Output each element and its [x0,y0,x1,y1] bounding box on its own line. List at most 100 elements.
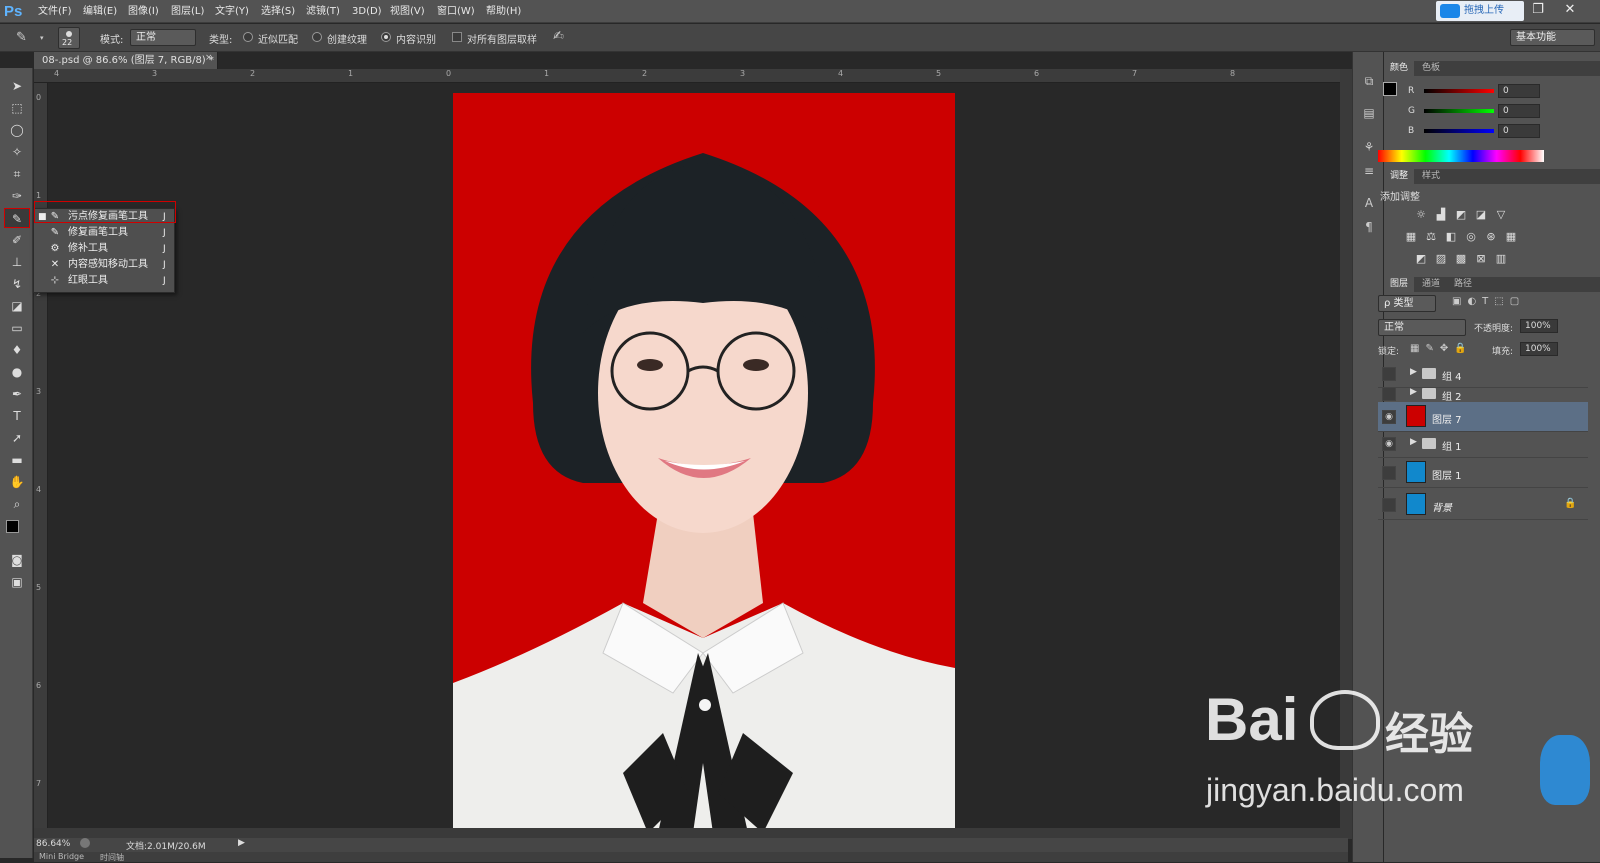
black-white-icon[interactable]: ◧ [1444,231,1458,243]
exposure-icon[interactable]: ◪ [1474,209,1488,221]
quick-select-tool-icon[interactable]: ✧ [4,142,30,162]
gradient-tool-icon[interactable]: ▭ [4,318,30,338]
flyout-item-healing-brush[interactable]: ✎ 修复画笔工具 J [34,225,174,241]
tool-preset-icon[interactable]: ✎ [16,30,36,46]
b-slider[interactable] [1424,129,1494,133]
mode-select[interactable]: 正常 [130,29,196,46]
flyout-item-spot-healing[interactable]: ■ ✎ 污点修复画笔工具 J [34,209,174,225]
tab-channels[interactable]: 通道 [1416,277,1446,292]
flyout-item-patch[interactable]: ⚙ 修补工具 J [34,241,174,257]
menu-filter[interactable]: 滤镜(T) [306,0,340,23]
move-tool-icon[interactable]: ➤ [4,76,30,96]
zoom-tool-icon[interactable]: ⌕ [4,494,30,514]
visibility-toggle[interactable] [1382,498,1396,512]
photo-filter-icon[interactable]: ◎ [1464,231,1478,243]
eraser-tool-icon[interactable]: ◪ [4,296,30,316]
menu-3d[interactable]: 3D(D) [352,0,382,23]
menu-image[interactable]: 图像(I) [128,0,159,23]
crop-tool-icon[interactable]: ⌗ [4,164,30,184]
selective-color-icon[interactable]: ⊠ [1474,253,1488,265]
tab-swatches[interactable]: 色板 [1416,61,1446,76]
color-balance-icon[interactable]: ⚖ [1424,231,1438,243]
horizontal-scrollbar[interactable] [34,828,1348,838]
hand-tool-icon[interactable]: ✋ [4,472,30,492]
radio-content-aware[interactable] [381,32,391,42]
path-select-tool-icon[interactable]: ➚ [4,428,30,448]
tab-color[interactable]: 颜色 [1384,61,1415,76]
marquee-tool-icon[interactable]: ⬚ [4,98,30,118]
brush-presets-icon[interactable]: ⚘ [1360,138,1378,156]
type-tool-icon[interactable]: T [4,406,30,426]
menu-edit[interactable]: 编辑(E) [83,0,117,23]
radio-texture[interactable] [312,32,322,42]
pen-tool-icon[interactable]: ✒ [4,384,30,404]
history-panel-icon[interactable]: ⧉ [1360,72,1378,90]
expand-arrow-icon[interactable]: ▶ [1410,437,1417,447]
tab-mini-bridge[interactable]: Mini Bridge [39,852,84,861]
b-value-input[interactable]: 0 [1498,124,1540,138]
tab-timeline[interactable]: 时间轴 [100,852,124,863]
visibility-toggle[interactable] [1382,466,1396,480]
screen-mode-icon[interactable]: ▣ [4,572,30,592]
photoshop-logo[interactable]: Ps [4,0,28,23]
brush-size-picker[interactable]: 22 [58,27,80,49]
menu-help[interactable]: 帮助(H) [486,0,521,23]
lasso-tool-icon[interactable]: ◯ [4,120,30,140]
r-slider[interactable] [1424,89,1494,93]
foreground-color-swatch[interactable] [6,520,19,533]
radio-proximity[interactable] [243,32,253,42]
tab-adjustments[interactable]: 调整 [1384,169,1415,184]
gradient-map-icon[interactable]: ▥ [1494,253,1508,265]
blend-mode-select[interactable]: 正常 [1378,319,1466,336]
levels-icon[interactable]: ▟ [1434,209,1448,221]
opacity-input[interactable]: 100% [1520,319,1558,333]
actions-panel-icon[interactable]: ▤ [1360,104,1378,122]
tab-paths[interactable]: 路径 [1448,277,1478,292]
eye-icon[interactable]: ◉ [1382,410,1396,424]
layer-filter-icons[interactable]: ▣◐T⬚▢ [1452,296,1542,310]
flyout-item-content-aware-move[interactable]: ✕ 内容感知移动工具 J [34,257,174,273]
quick-mask-icon[interactable]: ◙ [4,550,30,570]
tab-layers[interactable]: 图层 [1384,277,1415,292]
hue-saturation-icon[interactable]: ▦ [1404,231,1418,243]
properties-icon[interactable]: ≡ [1360,162,1378,180]
vibrance-icon[interactable]: ▽ [1494,209,1508,221]
dodge-tool-icon[interactable]: ● [4,362,30,382]
status-menu-arrow-icon[interactable]: ▶ [238,838,245,848]
eyedropper-tool-icon[interactable]: ✑ [4,186,30,206]
eye-icon[interactable]: ◉ [1382,437,1396,451]
color-spectrum[interactable] [1378,150,1544,162]
sample-all-checkbox[interactable] [452,32,462,42]
menu-select[interactable]: 选择(S) [261,0,295,23]
spot-healing-tool-icon[interactable]: ✎ [4,208,30,228]
g-value-input[interactable]: 0 [1498,104,1540,118]
fill-input[interactable]: 100% [1520,342,1558,356]
close-tab-icon[interactable]: × [205,53,213,63]
visibility-toggle[interactable] [1382,367,1396,381]
menu-type[interactable]: 文字(Y) [215,0,249,23]
posterize-icon[interactable]: ▨ [1434,253,1448,265]
flyout-item-red-eye[interactable]: ⊹ 红眼工具 J [34,273,174,289]
stamp-tool-icon[interactable]: ⊥ [4,252,30,272]
color-lookup-icon[interactable]: ▦ [1504,231,1518,243]
shape-tool-icon[interactable]: ▬ [4,450,30,470]
menu-window[interactable]: 窗口(W) [437,0,475,23]
portrait-photo[interactable] [453,93,955,833]
document-tab[interactable]: 08-.psd @ 86.6% (图层 7, RGB/8) * [34,52,218,69]
brush-tool-icon[interactable]: ✐ [4,230,30,250]
layer-row-background[interactable]: 背景 🔒 [1378,490,1588,520]
menu-view[interactable]: 视图(V) [390,0,425,23]
channel-mixer-icon[interactable]: ⊛ [1484,231,1498,243]
character-panel-icon[interactable]: A [1360,194,1378,212]
menu-layer[interactable]: 图层(L) [171,0,204,23]
visibility-toggle[interactable] [1382,387,1396,401]
fg-color-swatch[interactable] [1383,82,1397,96]
g-slider[interactable] [1424,109,1494,113]
threshold-icon[interactable]: ▩ [1454,253,1468,265]
zoom-level[interactable]: 86.64% [36,839,70,849]
workspace-select[interactable]: 基本功能 [1510,29,1595,46]
restore-icon[interactable]: ❐ [1524,0,1552,22]
pressure-size-icon[interactable]: ✍ [553,29,564,44]
lock-icons[interactable]: ▦✎✥🔒 [1410,343,1473,354]
brightness-icon[interactable]: ☼ [1414,209,1428,221]
